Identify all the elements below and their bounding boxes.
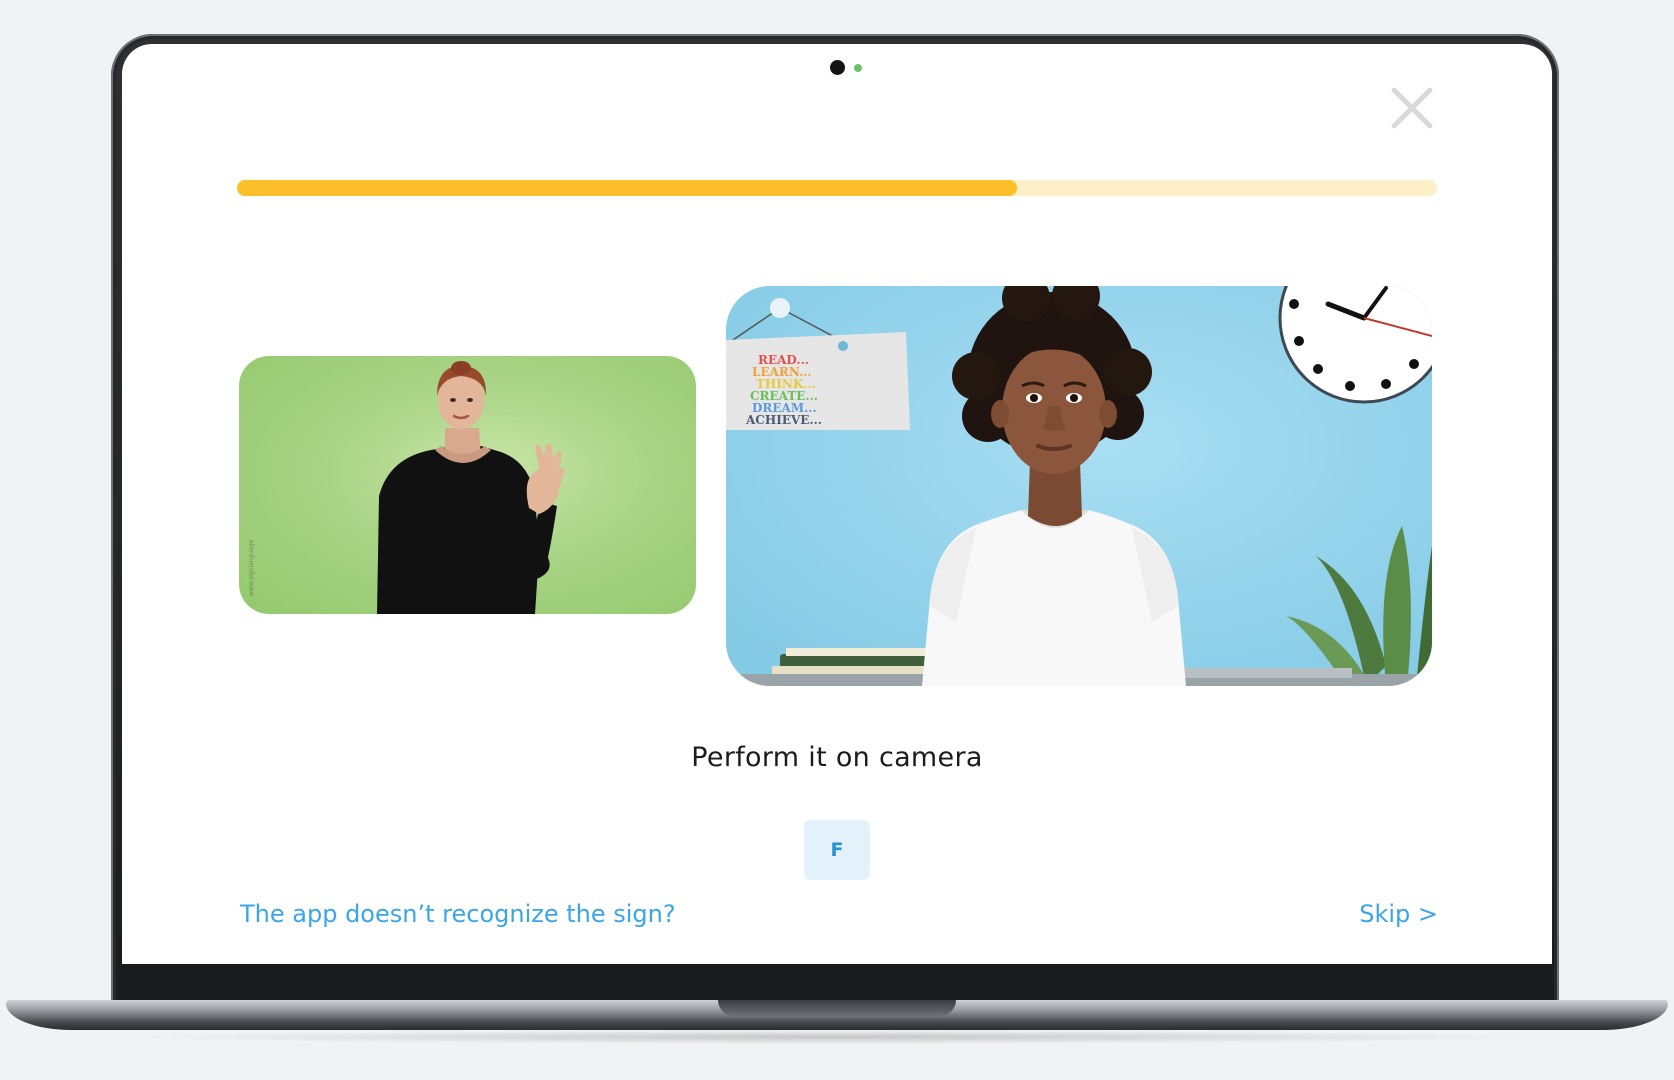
camera-feed-illustration: READ... LEARN... THINK... CREATE... DREA… (726, 286, 1432, 686)
webcam-lens-icon (830, 60, 845, 75)
instruction-text: Perform it on camera (691, 742, 983, 773)
lesson-progress-fill (237, 180, 1017, 196)
books-decoration (772, 648, 932, 676)
sign-not-recognized-link[interactable]: The app doesn’t recognize the sign? (240, 900, 676, 928)
app-screen: www.signlanguage READ... LEARN... THINK.… (122, 44, 1552, 964)
camera-preview: READ... LEARN... THINK... CREATE... DREA… (726, 286, 1432, 686)
svg-text:www.signlanguage: www.signlanguage (248, 539, 255, 596)
laptop-notch (718, 1000, 956, 1016)
target-letter-chip: F (804, 820, 870, 880)
webcam-active-light-icon (854, 64, 862, 72)
skip-button[interactable]: Skip > (1359, 900, 1438, 928)
tutor-video: www.signlanguage (239, 356, 696, 614)
wall-poster: READ... LEARN... THINK... CREATE... DREA… (726, 332, 910, 430)
screen-bezel-bottom (122, 964, 1552, 998)
laptop-mockup: www.signlanguage READ... LEARN... THINK.… (0, 0, 1674, 1080)
lesson-progress-bar (237, 180, 1437, 196)
poster-line: ACHIEVE... (745, 413, 822, 427)
tutor-signing-illustration: www.signlanguage (248, 361, 565, 614)
laptop-shadow (120, 1030, 1554, 1044)
close-icon[interactable] (1388, 84, 1436, 132)
